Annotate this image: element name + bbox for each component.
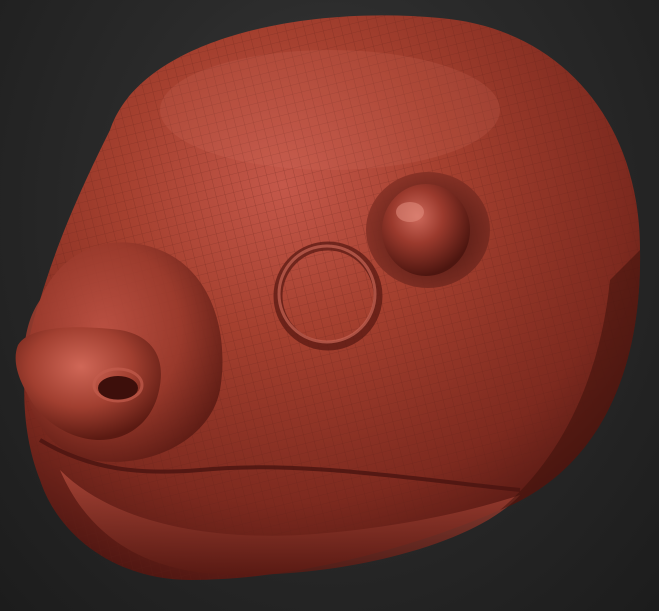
eye-specular	[396, 202, 424, 222]
sculpt-viewport[interactable]	[0, 0, 659, 611]
head-model[interactable]	[0, 0, 659, 611]
eye	[382, 184, 470, 276]
brow-highlight	[160, 50, 500, 170]
